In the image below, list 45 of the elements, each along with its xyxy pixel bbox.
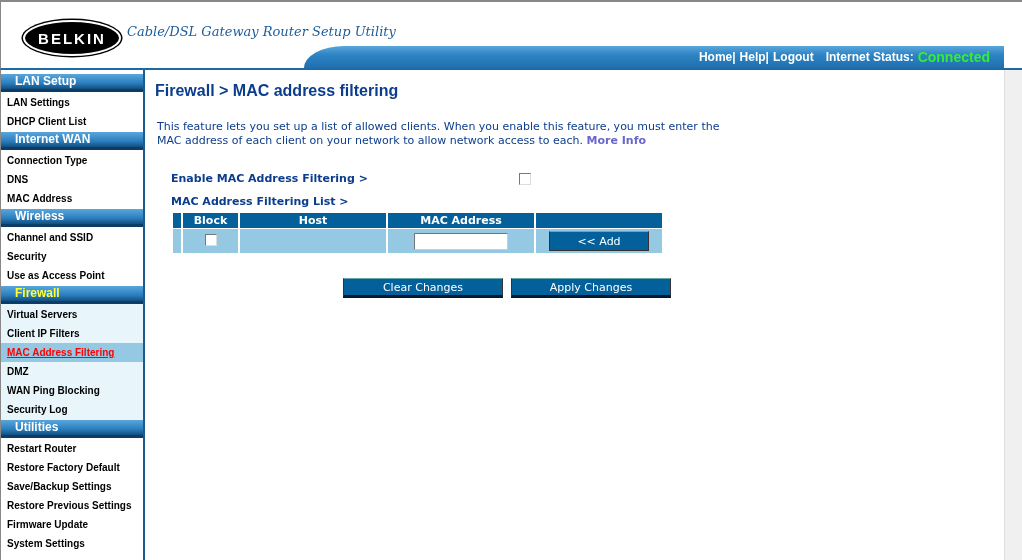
action-button[interactable]: Clear Changes (343, 278, 503, 298)
status-label: Internet Status: (825, 50, 914, 64)
sidebar-item[interactable]: DMZ (1, 362, 143, 381)
section-header[interactable]: Wireless (1, 209, 143, 227)
block-checkbox[interactable] (204, 234, 217, 246)
section-header[interactable]: Utilities (1, 420, 143, 438)
sidebar-item[interactable]: DHCP Client List (1, 112, 143, 131)
section-header[interactable]: Firewall (1, 286, 143, 304)
sidebar-item[interactable]: Restore Previous Settings (1, 496, 143, 515)
column-header: Host (240, 213, 386, 228)
tagline: Cable/DSL Gateway Router Setup Utility (127, 23, 396, 39)
sidebar-item[interactable]: Channel and SSID (1, 228, 143, 247)
add-button[interactable]: << Add (549, 231, 649, 252)
enable-checkbox[interactable] (519, 172, 531, 185)
sidebar-item[interactable]: Security (1, 247, 143, 266)
section-header[interactable]: LAN Setup (1, 74, 143, 92)
nav-link[interactable]: Logout (773, 50, 814, 64)
sidebar-item[interactable]: MAC Address (1, 189, 143, 208)
sidebar-item[interactable]: Save/Backup Settings (1, 477, 143, 496)
page-title: Firewall > MAC address filtering (155, 82, 400, 100)
sidebar-item[interactable]: Virtual Servers (1, 305, 143, 324)
list-label: MAC Address Filtering List > (171, 195, 350, 208)
sidebar-item[interactable]: Use as Access Point (1, 266, 143, 285)
section-header[interactable]: Internet WAN (1, 132, 143, 150)
sidebar-item[interactable]: Connection Type (1, 151, 143, 170)
sidebar-item[interactable]: Security Log (1, 400, 143, 419)
mac-address-field[interactable] (414, 233, 508, 250)
sidebar-item[interactable]: Restore Factory Default (1, 458, 143, 477)
status-value: Connected (917, 49, 990, 65)
sidebar-item[interactable]: Restart Router (1, 439, 143, 458)
enable-label: Enable MAC Address Filtering > (171, 172, 368, 185)
column-header: MAC Address (388, 213, 534, 228)
nav-link[interactable]: Home| (698, 50, 736, 64)
more-info-link[interactable]: More Info (586, 134, 647, 147)
sidebar-item[interactable]: DNS (1, 170, 143, 189)
sidebar-item[interactable]: System Settings (1, 534, 143, 553)
action-button[interactable]: Apply Changes (511, 278, 671, 298)
sidebar-item[interactable]: WAN Ping Blocking (1, 381, 143, 400)
sidebar-item[interactable]: LAN Settings (1, 93, 143, 112)
nav-link[interactable]: Help| (739, 50, 769, 64)
sidebar-item[interactable]: Client IP Filters (1, 324, 143, 343)
sidebar-item[interactable]: Firmware Update (1, 515, 143, 534)
description: This feature lets you set up a list of allowed clients. When you enable this feature, you must enter the MAC address of each client on your network to allow network access to each. More Info (157, 120, 721, 148)
column-header: Block (183, 213, 238, 228)
logo: BELKIN (23, 20, 121, 56)
